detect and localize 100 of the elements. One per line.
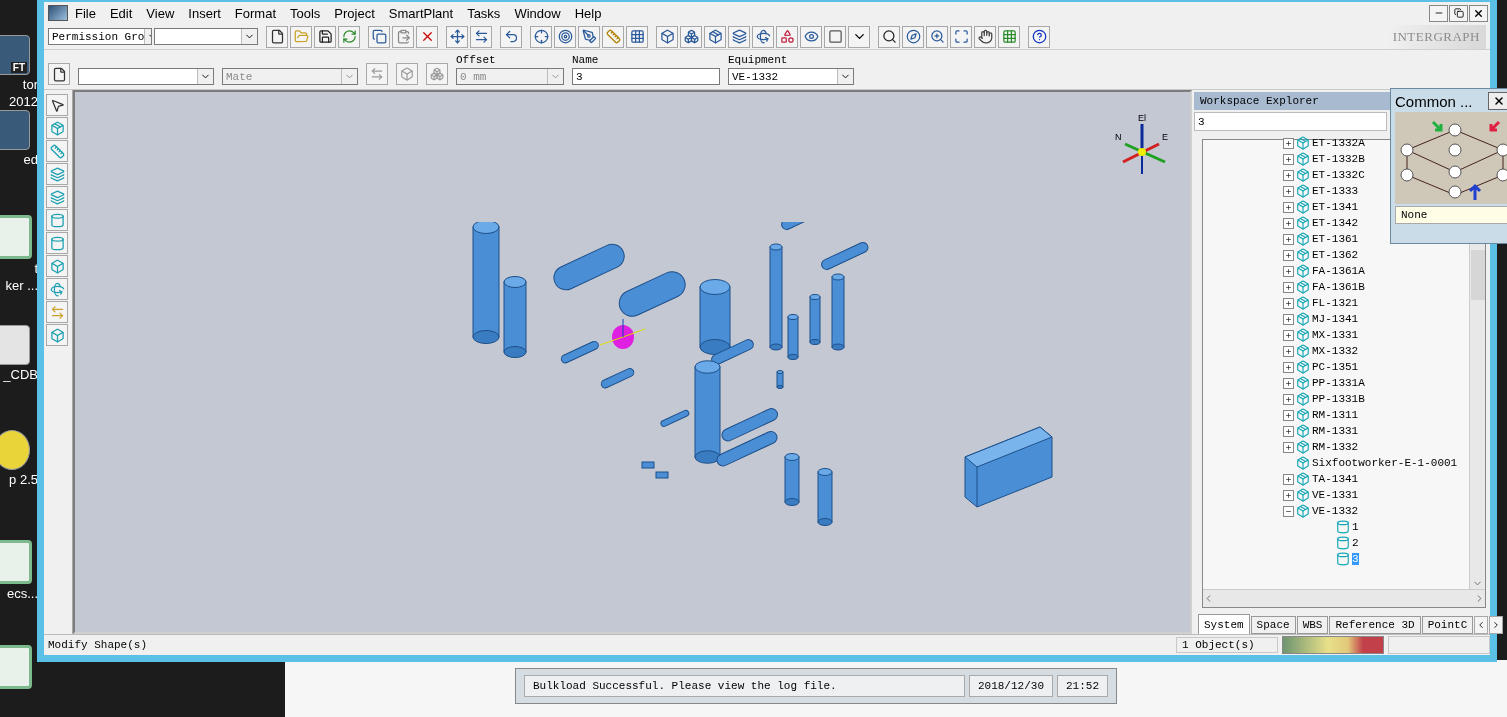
tab[interactable]: WBS [1296,616,1329,634]
tree-item[interactable]: ET-1342 [1312,217,1359,229]
menu-item[interactable]: Tasks [460,3,508,23]
cylinder-tool-button[interactable] [46,232,68,254]
new-document-button[interactable] [266,25,288,48]
tab-scroll-right-button[interactable] [1489,616,1504,634]
close-button[interactable] [1488,92,1507,110]
tree-item[interactable]: Sixfootworker-E-1-0001 [1312,457,1458,469]
expander-icon[interactable] [1283,329,1294,341]
tree-item[interactable]: ET-1341 [1312,201,1359,213]
expander-icon[interactable] [1283,425,1294,437]
eye-button[interactable] [800,25,822,48]
tree-item[interactable]: VE-1331 [1312,489,1359,501]
tree-item[interactable]: FA-1361B [1312,281,1365,293]
tree-item[interactable]: PP-1331B [1312,393,1365,405]
fit-view-button[interactable] [950,25,972,48]
expander-icon[interactable] [1283,313,1294,325]
expander-icon[interactable] [1283,249,1294,261]
rotate-button[interactable] [752,25,774,48]
name-field[interactable]: 3 [572,68,720,85]
grid-button[interactable] [626,25,648,48]
equipment-dropdown[interactable]: VE-1332 [728,68,854,85]
close-button[interactable] [1469,4,1488,22]
crosshair-button[interactable] [530,25,552,48]
menu-item[interactable]: Window [507,3,568,23]
boxes-button[interactable] [680,25,702,48]
tree-item[interactable]: ET-1332C [1312,169,1365,181]
ruler-button[interactable] [602,25,624,48]
cylinder-tool-button[interactable] [46,209,68,231]
swap-button[interactable] [470,25,492,48]
save-button[interactable] [314,25,336,48]
layers-tool-button[interactable] [46,163,68,185]
rotate-tool-button[interactable] [46,278,68,300]
menu-item[interactable]: Insert [181,3,228,23]
expander-icon[interactable] [1283,297,1294,309]
expander-icon[interactable] [1283,361,1294,373]
cube-tool-button[interactable] [46,324,68,346]
tab[interactable]: Reference 3D [1329,616,1421,634]
tree-item[interactable]: FA-1361A [1312,265,1365,277]
expander-icon[interactable] [1283,137,1294,149]
pen-button[interactable] [578,25,600,48]
target-button[interactable] [554,25,576,48]
tree-item[interactable]: ET-1332A [1312,137,1365,149]
expander-icon[interactable] [1283,153,1294,165]
undo-button[interactable] [500,25,522,48]
tree-item[interactable]: 1 [1352,521,1359,533]
menu-item[interactable]: Tools [283,3,328,23]
3d-viewport[interactable]: El N E [73,90,1192,634]
tree-item[interactable]: ET-1332B [1312,153,1365,165]
tree-item[interactable]: MX-1332 [1312,345,1359,357]
expander-icon[interactable] [1283,233,1294,245]
pointer-tool-button[interactable] [46,94,68,116]
expander-icon[interactable] [1283,377,1294,389]
expander-icon[interactable] [1283,169,1294,181]
menu-item[interactable]: Format [227,3,283,23]
expander-icon[interactable] [1283,217,1294,229]
tab[interactable]: PointC [1421,616,1474,634]
menu-item[interactable]: Edit [102,3,140,23]
tree-item[interactable]: ET-1362 [1312,249,1359,261]
tree-item[interactable]: 2 [1352,537,1359,549]
desktop-icon[interactable] [0,430,30,470]
tree-item[interactable]: ET-1361 [1312,233,1359,245]
tree-item[interactable]: FL-1321 [1312,297,1359,309]
box-button[interactable] [656,25,678,48]
tree-item[interactable]: RM-1311 [1312,409,1359,421]
tree-item[interactable]: MX-1331 [1312,329,1359,341]
paste-button[interactable] [392,25,414,48]
scrollbar-thumb[interactable] [1470,250,1485,300]
horizontal-scrollbar[interactable] [1203,589,1485,607]
expander-icon[interactable] [1283,393,1294,405]
menu-item[interactable]: SmartPlant [381,3,461,23]
tree-item[interactable]: TA-1341 [1312,473,1359,485]
package-button[interactable] [704,25,726,48]
tree-item[interactable]: RM-1332 [1312,441,1359,453]
expander-icon[interactable] [1283,265,1294,277]
grid-button[interactable] [998,25,1020,48]
properties-button[interactable] [48,63,70,85]
menu-item[interactable]: File [68,3,103,23]
menu-item[interactable]: View [139,3,182,23]
tree-item[interactable]: ET-1333 [1312,185,1359,197]
layers-button[interactable] [728,25,750,48]
dropdown[interactable] [78,68,214,85]
menu-item[interactable]: Project [327,3,382,23]
dropdown[interactable] [154,28,258,45]
expander-icon[interactable] [1283,185,1294,197]
tab[interactable]: Space [1250,616,1296,634]
expander-icon[interactable] [1283,473,1294,485]
zoom-button[interactable] [926,25,948,48]
tree-item[interactable]: PP-1331A [1312,377,1365,389]
tab[interactable]: System [1198,614,1250,634]
move-button[interactable] [446,25,468,48]
expander-icon[interactable] [1283,505,1294,517]
shapes-button[interactable] [776,25,798,48]
view-name-field[interactable]: None [1395,206,1507,224]
select-box-button[interactable] [824,25,846,48]
expander-icon[interactable] [1283,489,1294,501]
hand-button[interactable] [974,25,996,48]
layers-tool-button[interactable] [46,186,68,208]
expander-icon[interactable] [1283,281,1294,293]
filter-field[interactable]: 3 [1194,112,1387,131]
